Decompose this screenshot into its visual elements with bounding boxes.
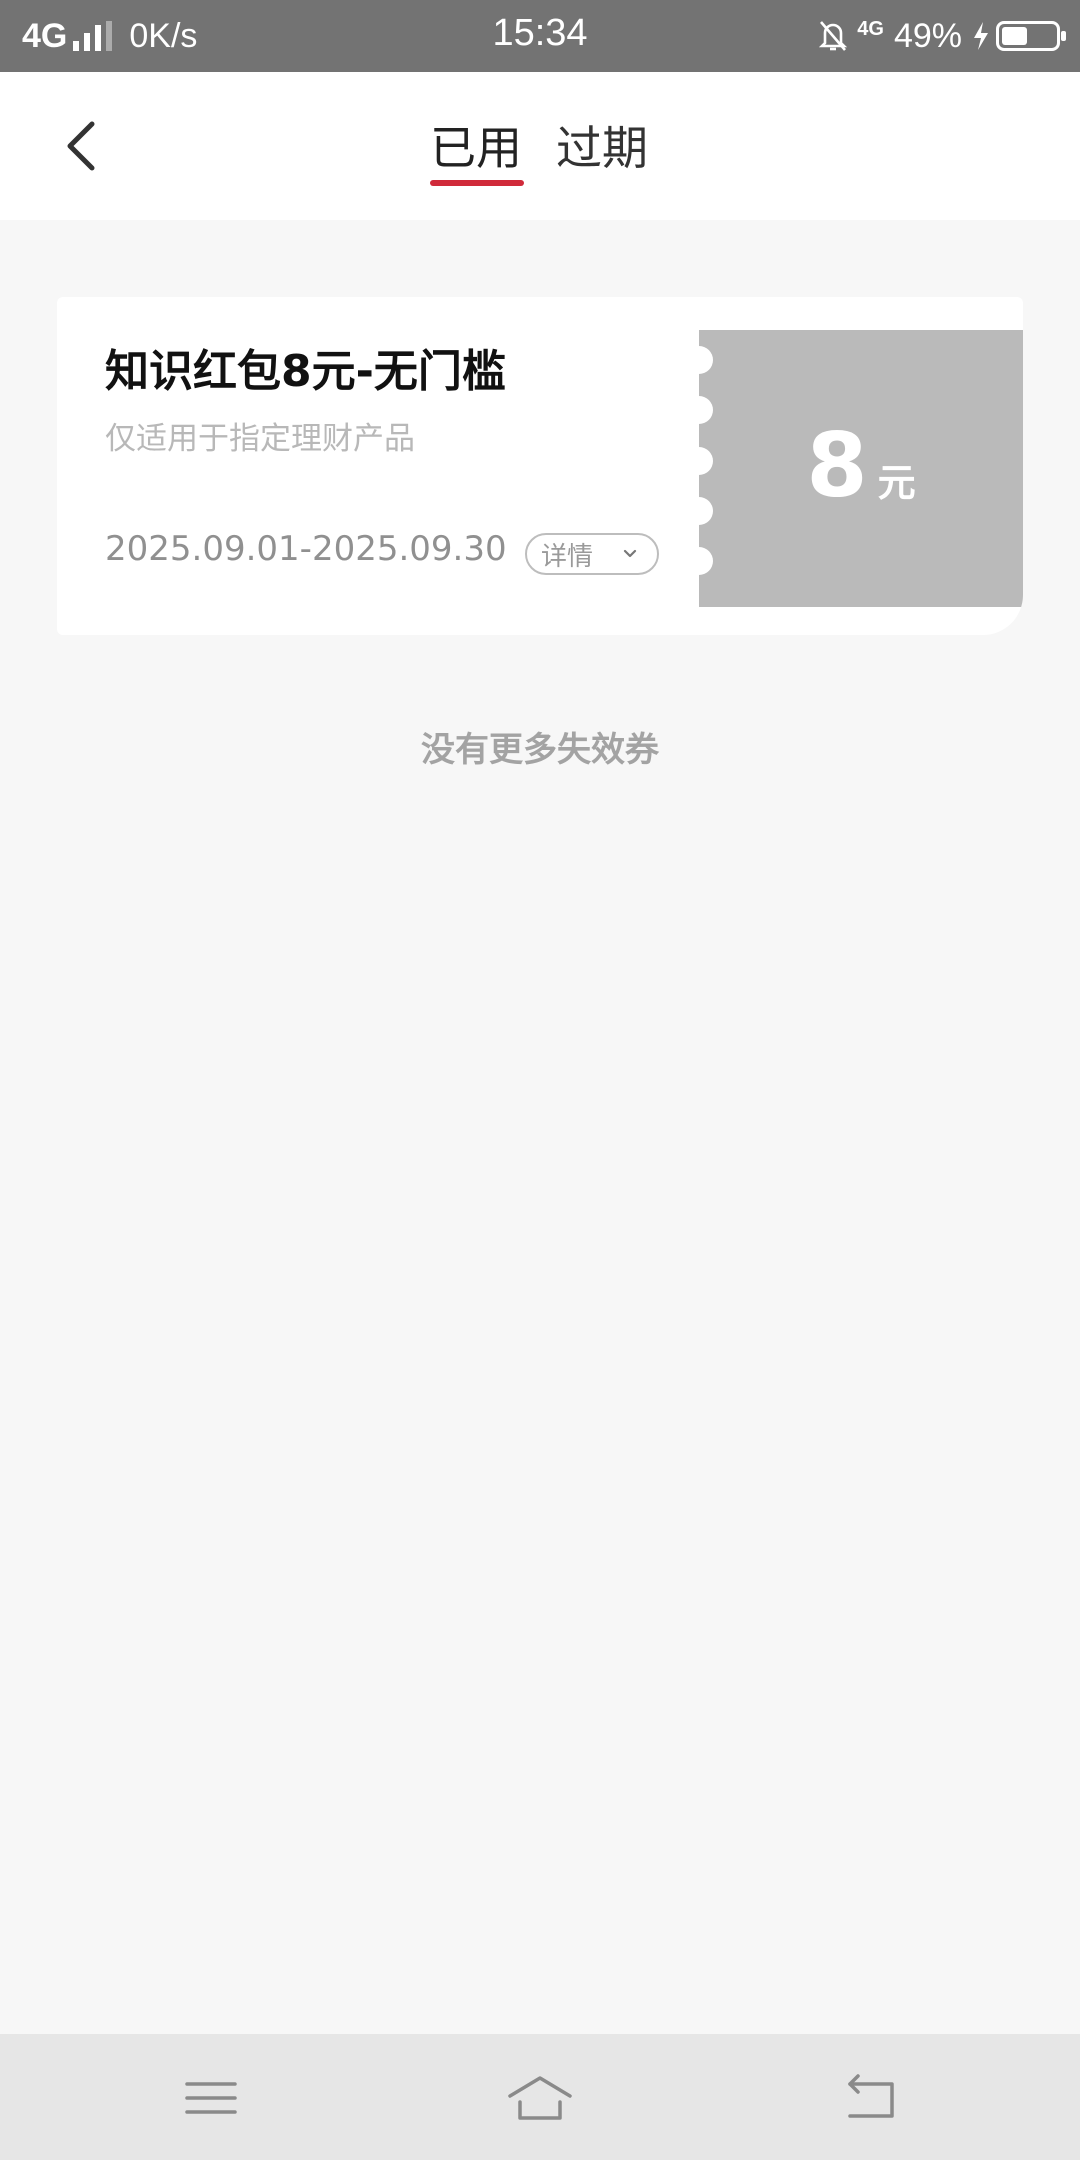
stub-notch	[685, 547, 713, 575]
coupon-amount: 8元	[699, 414, 1023, 517]
network-type-2: 4G	[857, 18, 884, 40]
coupon-validity: 2025.09.01-2025.09.30	[105, 529, 507, 569]
tab-used[interactable]: 已用	[430, 112, 522, 178]
detail-button[interactable]: 详情	[525, 533, 659, 575]
battery-percent: 49%	[893, 16, 962, 55]
nav-bar	[0, 2034, 1080, 2160]
home-icon[interactable]	[506, 2070, 574, 2126]
coupon-title: 知识红包8元-无门槛	[105, 346, 506, 397]
battery-icon	[996, 21, 1066, 51]
chevron-down-icon	[623, 549, 637, 558]
coupon-card[interactable]: 知识红包8元-无门槛 仅适用于指定理财产品 2025.09.01-2025.09…	[57, 297, 1023, 635]
charging-icon	[974, 22, 988, 50]
back-icon[interactable]	[840, 2070, 900, 2126]
coupon-amount-unit: 元	[877, 461, 916, 505]
detail-label: 详情	[541, 541, 594, 572]
active-tab-indicator	[430, 180, 524, 186]
menu-icon[interactable]	[181, 2070, 241, 2126]
coupon-subtitle: 仅适用于指定理财产品	[105, 421, 415, 457]
header: 已用 过期	[0, 72, 1080, 220]
bell-off-icon	[819, 21, 848, 51]
coupon-stub: 8元	[685, 330, 1023, 607]
stub-notch	[685, 346, 713, 374]
status-bar: 4G 0K/s 15:34 4G 49%	[0, 0, 1080, 72]
status-right: 4G 49%	[817, 14, 1066, 58]
tab-expired[interactable]: 过期	[556, 112, 648, 178]
no-more-text: 没有更多失效券	[421, 730, 659, 770]
coupon-amount-value: 8	[806, 414, 868, 517]
chevron-left-icon[interactable]	[56, 116, 116, 176]
